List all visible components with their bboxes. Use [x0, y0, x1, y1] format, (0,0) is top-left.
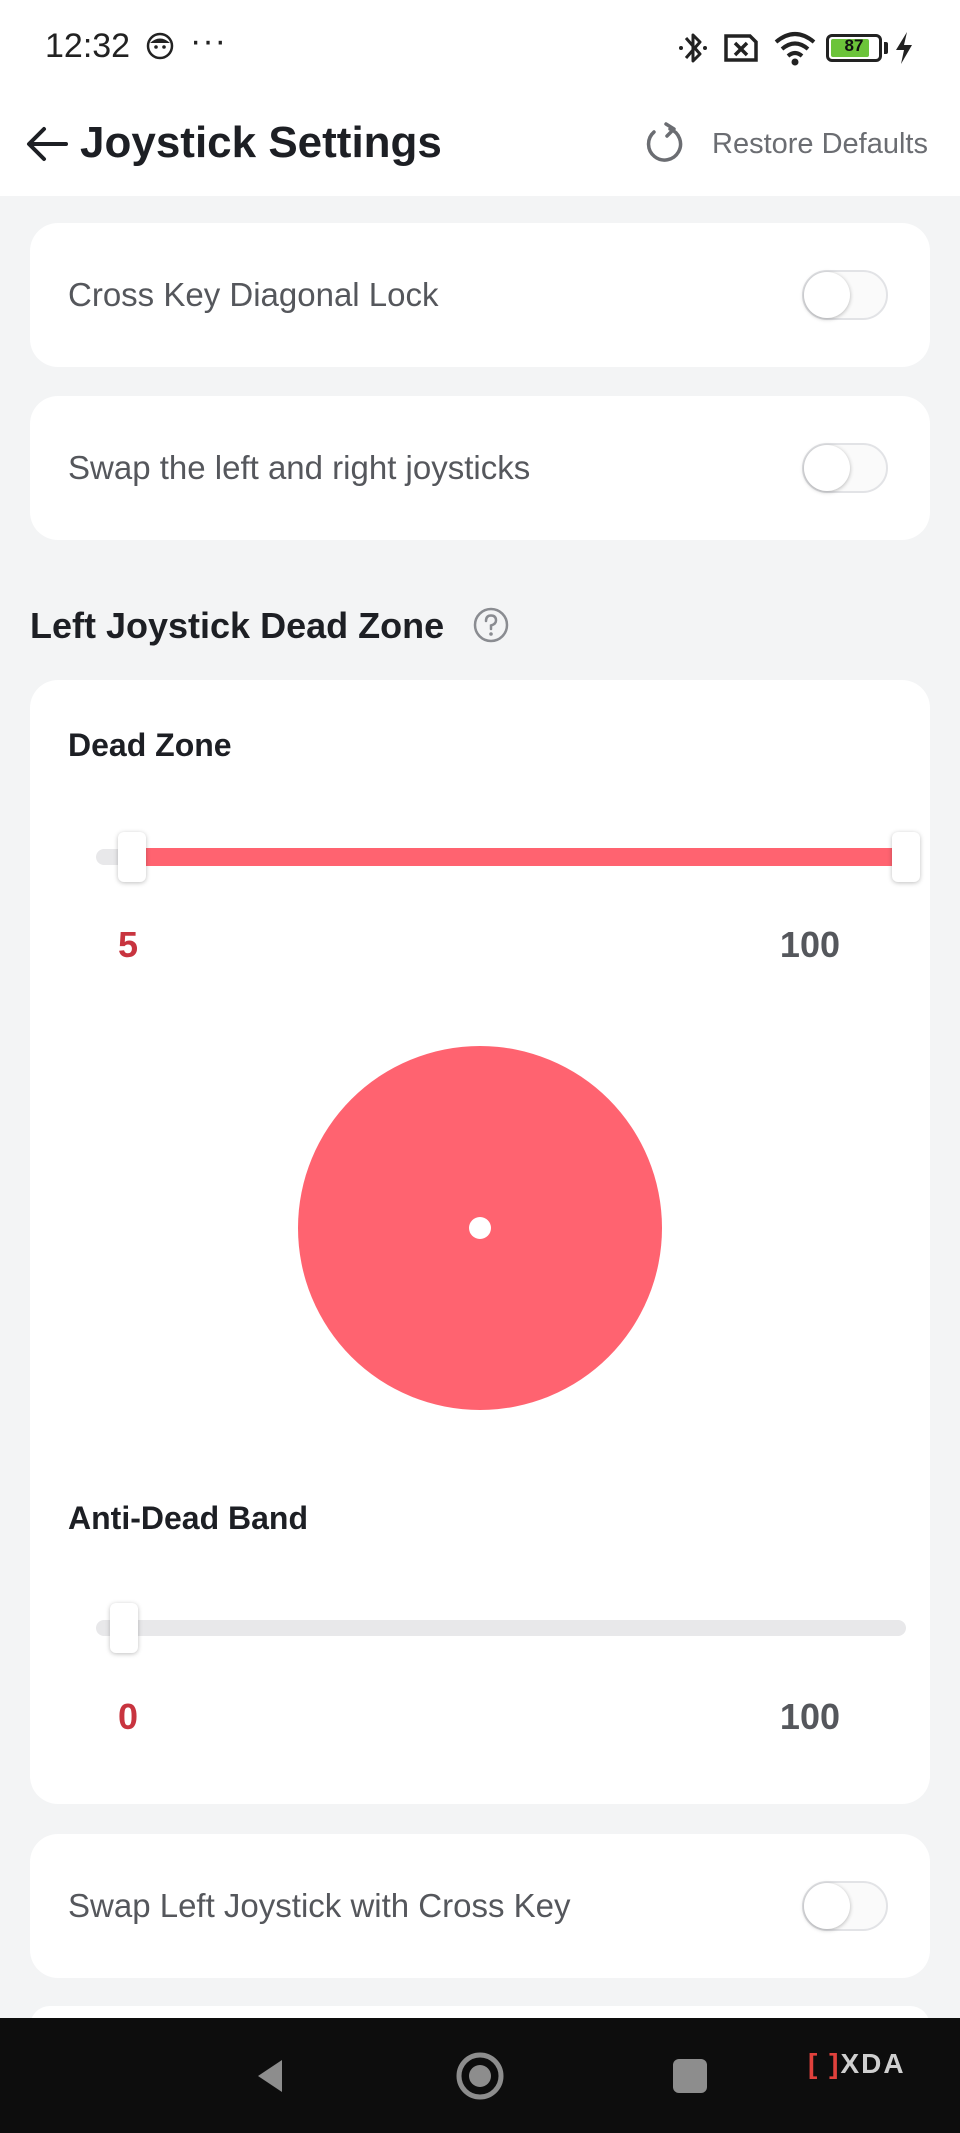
swap-left-cross-toggle[interactable]: [802, 1881, 888, 1931]
battery-level: 87: [844, 36, 864, 55]
no-sim-icon: [724, 34, 758, 62]
restore-defaults-button[interactable]: Restore Defaults: [640, 118, 940, 174]
dead-zone-min-value: 5: [118, 924, 139, 965]
page-title: Joystick Settings: [80, 118, 442, 167]
dead-zone-min-thumb[interactable]: [118, 832, 146, 882]
app-bar: Joystick Settings Restore Defaults: [0, 96, 960, 196]
anti-dead-band-max-value: 100: [779, 1696, 840, 1737]
refresh-icon: [646, 122, 683, 162]
cross-key-lock-label: Cross Key Diagonal Lock: [68, 276, 439, 313]
dead-zone-preview: [298, 1046, 662, 1410]
charging-icon: [896, 32, 912, 64]
anti-dead-band-min-value: 0: [118, 1696, 139, 1737]
nav-recent-apps-icon[interactable]: [660, 2046, 720, 2106]
back-arrow-icon[interactable]: [22, 118, 74, 170]
swap-joysticks-row: Swap the left and right joysticks: [30, 396, 930, 540]
nav-home-icon[interactable]: [450, 2046, 510, 2106]
cross-key-lock-toggle[interactable]: [802, 270, 888, 320]
swap-joysticks-label: Swap the left and right joysticks: [68, 449, 531, 486]
dead-zone-card: Dead Zone 5 100 Anti-Dead Band 0 100: [30, 680, 930, 1804]
dead-zone-label: Dead Zone: [68, 727, 232, 763]
dead-zone-range: [132, 848, 906, 866]
dead-zone-slider[interactable]: [96, 832, 920, 882]
swap-left-cross-row: Swap Left Joystick with Cross Key: [30, 1834, 930, 1978]
battery-tip: [884, 42, 888, 54]
swap-joysticks-toggle[interactable]: [802, 443, 888, 493]
anti-dead-band-track: [96, 1620, 906, 1636]
xda-logo-text: XDA: [840, 2048, 906, 2079]
toggle-knob: [804, 445, 850, 491]
cross-key-lock-row: Cross Key Diagonal Lock: [30, 223, 930, 367]
navigation-bar: [ ]XDA: [0, 2018, 960, 2133]
bluetooth-icon: [679, 33, 707, 63]
face-icon: [146, 32, 174, 60]
status-time: 12:32: [45, 27, 131, 65]
anti-dead-band-label: Anti-Dead Band: [68, 1500, 308, 1536]
toggle-knob: [804, 272, 850, 318]
anti-dead-band-slider[interactable]: [96, 1603, 906, 1653]
dead-zone-max-thumb[interactable]: [892, 832, 920, 882]
status-bar: 12:32 ··· 87: [0, 0, 960, 96]
joystick-center-dot: [469, 1217, 491, 1239]
xda-logo-mark: [ ]: [808, 2048, 841, 2079]
dead-zone-max-value: 100: [779, 924, 840, 965]
wifi-icon: [774, 32, 816, 66]
battery-icon: 87: [826, 34, 882, 62]
restore-defaults-label: Restore Defaults: [712, 128, 928, 160]
more-notifications-icon: ···: [190, 22, 227, 60]
swap-left-cross-label: Swap Left Joystick with Cross Key: [68, 1887, 571, 1924]
left-dead-zone-title: Left Joystick Dead Zone: [30, 605, 445, 646]
anti-dead-band-thumb[interactable]: [110, 1603, 138, 1653]
toggle-knob: [804, 1883, 850, 1929]
help-icon[interactable]: [472, 606, 510, 644]
nav-back-icon[interactable]: [240, 2046, 300, 2106]
xda-watermark: [ ]XDA: [808, 2048, 906, 2080]
